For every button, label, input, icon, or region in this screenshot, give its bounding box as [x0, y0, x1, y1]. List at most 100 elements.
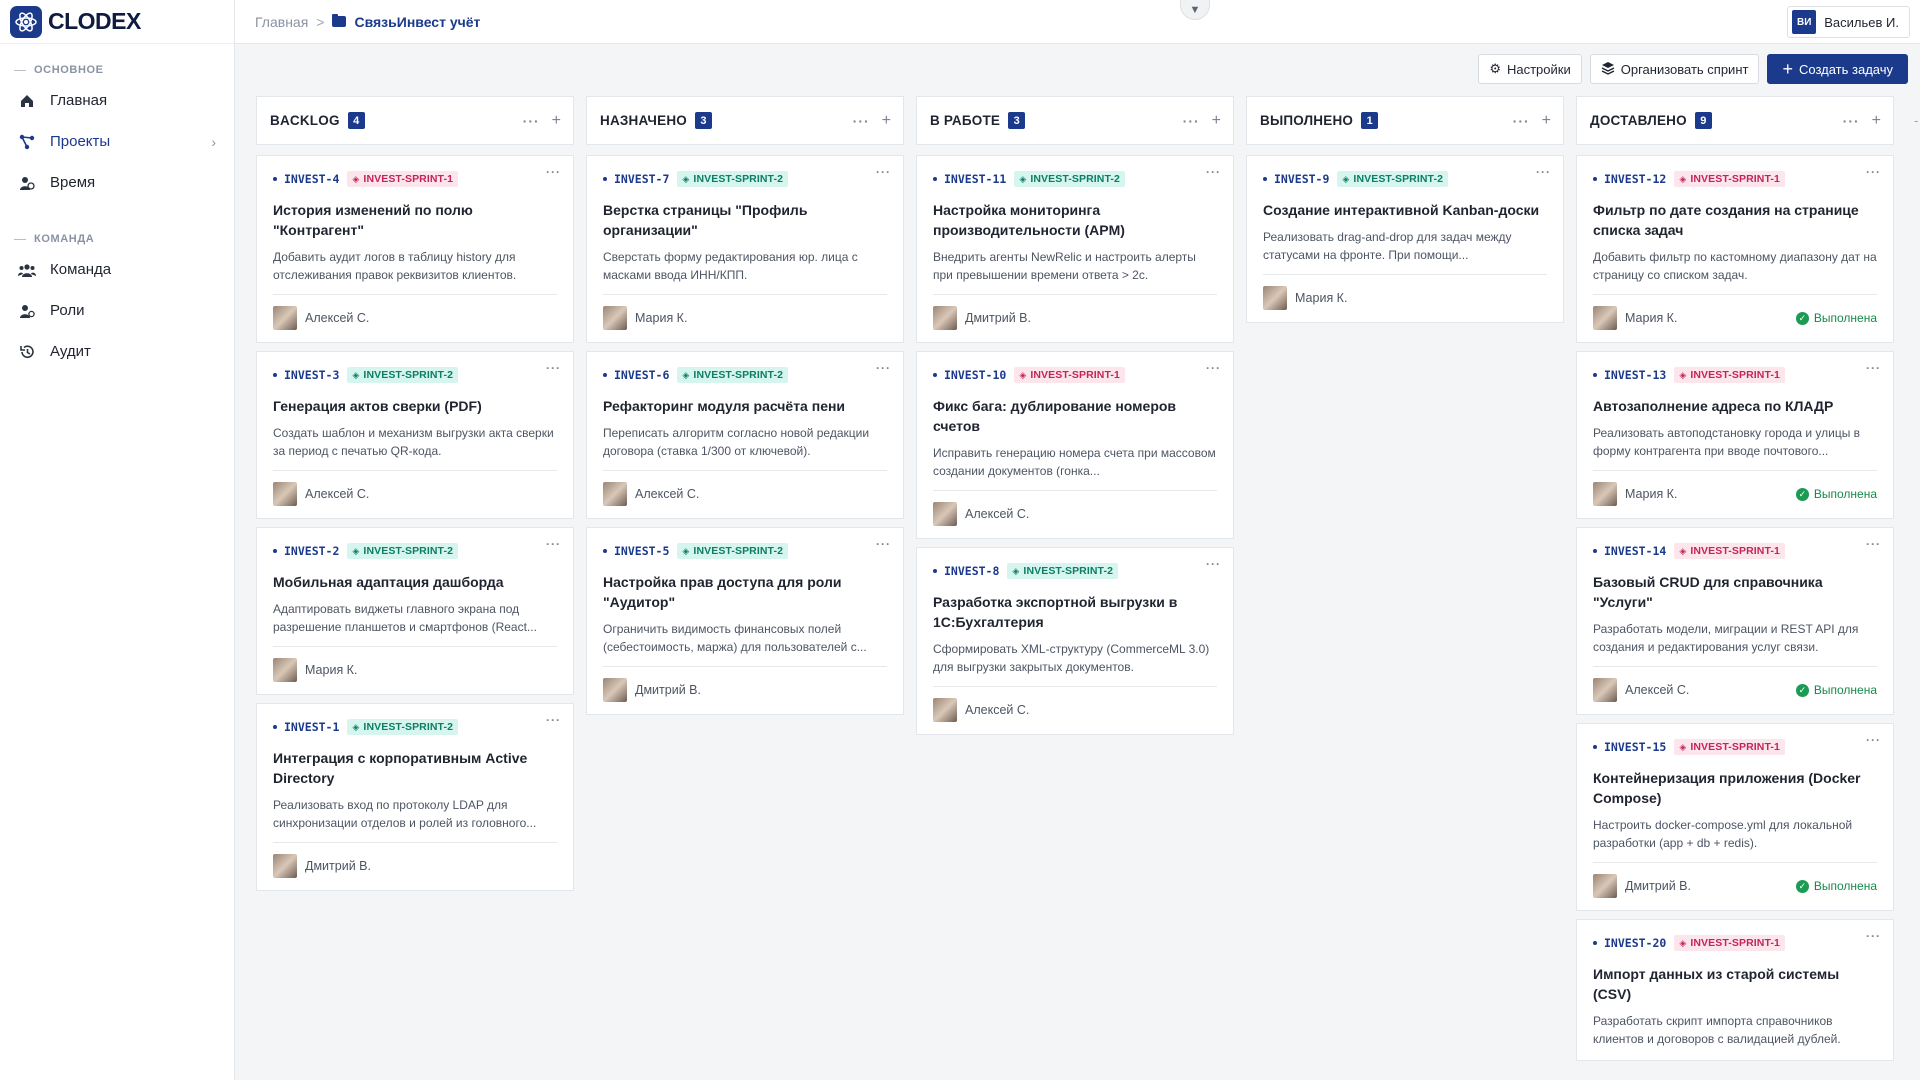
more-icon[interactable]: ··· [1513, 113, 1530, 129]
sprint-tag: ◈ INVEST-SPRINT-2 [677, 543, 789, 559]
task-card[interactable]: INVEST-14 ◈ INVEST-SPRINT-1 ··· Базовый CRUD… [1576, 527, 1894, 715]
sprint-tag: ◈ INVEST-SPRINT-1 [1674, 367, 1785, 383]
more-icon[interactable]: ··· [523, 113, 540, 129]
task-card[interactable]: INVEST-20 ◈ INVEST-SPRINT-1 ··· Импорт данны… [1576, 919, 1894, 1061]
card-footer: Алексей С. [603, 482, 887, 506]
sidebar-item[interactable]: Роли [0, 290, 234, 331]
more-icon[interactable]: ··· [876, 537, 891, 551]
task-description: Сформировать XML-структуру (CommerceML 3… [933, 642, 1210, 674]
task-card[interactable]: INVEST-9 ◈ INVEST-SPRINT-2 ··· Создание инте… [1246, 155, 1564, 323]
more-icon[interactable]: ··· [546, 165, 561, 179]
task-id[interactable]: INVEST-11 [933, 172, 1006, 186]
task-description: Реализовать вход по протоколу LDAP для с… [273, 798, 537, 830]
task-card[interactable]: INVEST-10 ◈ INVEST-SPRINT-1 ··· Фикс бага: д… [916, 351, 1234, 539]
task-id[interactable]: INVEST-1 [273, 720, 339, 734]
task-id[interactable]: INVEST-5 [603, 544, 669, 558]
sidebar-item[interactable]: Команда [0, 249, 234, 290]
task-id[interactable]: INVEST-4 [273, 172, 339, 186]
create-task-button[interactable]: + Создать задачу [1767, 54, 1908, 84]
assignee-name: Мария К. [1625, 311, 1678, 325]
layers-icon: ◈ [352, 369, 360, 380]
task-card[interactable]: INVEST-1 ◈ INVEST-SPRINT-2 ··· Интеграция с … [256, 703, 574, 891]
task-card[interactable]: INVEST-12 ◈ INVEST-SPRINT-1 ··· Фильтр по да… [1576, 155, 1894, 343]
more-icon[interactable]: ··· [1866, 733, 1881, 747]
check-circle-icon: ✓ [1795, 683, 1809, 697]
board-column: ВЫПОЛНЕНО 1 ··· + INVEST-9 ◈ INVEST-SPRINT-2 ··… [1246, 96, 1564, 1069]
more-icon[interactable]: ··· [876, 165, 891, 179]
add-card-icon[interactable]: + [1212, 112, 1221, 130]
more-icon[interactable]: ··· [546, 713, 561, 727]
more-icon[interactable]: ··· [546, 361, 561, 375]
task-card[interactable]: INVEST-6 ◈ INVEST-SPRINT-2 ··· Рефакторинг м… [586, 351, 904, 519]
task-id[interactable]: INVEST-15 [1593, 740, 1666, 754]
sidebar-item[interactable]: Аудит [0, 331, 234, 372]
task-description: Настроить docker-compose.yml для локальн… [1593, 818, 1853, 850]
task-card[interactable]: INVEST-15 ◈ INVEST-SPRINT-1 ··· Контейнериза… [1576, 723, 1894, 911]
avatar [273, 306, 297, 330]
column-count-badge: 3 [694, 112, 712, 129]
task-card[interactable]: INVEST-2 ◈ INVEST-SPRINT-2 ··· Мобильная ада… [256, 527, 574, 695]
more-icon[interactable]: ··· [1866, 537, 1881, 551]
more-icon[interactable]: ··· [1866, 929, 1881, 943]
logo[interactable]: CLODEX [0, 0, 234, 44]
task-card[interactable]: INVEST-8 ◈ INVEST-SPRINT-2 ··· Разработка эк… [916, 547, 1234, 735]
more-icon[interactable]: ··· [1183, 113, 1200, 129]
task-id[interactable]: INVEST-13 [1593, 368, 1666, 382]
status-label: Выполнена [1813, 311, 1877, 325]
task-id[interactable]: INVEST-14 [1593, 544, 1666, 558]
avatar [1593, 678, 1617, 702]
divider [603, 470, 887, 471]
card-meta: INVEST-2 ◈ INVEST-SPRINT-2 [273, 542, 557, 560]
more-icon[interactable]: ··· [546, 537, 561, 551]
more-icon[interactable]: ··· [1866, 165, 1881, 179]
logo-text: CLODEX [48, 8, 141, 34]
task-card[interactable]: INVEST-3 ◈ INVEST-SPRINT-2 ··· Генерация акт… [256, 351, 574, 519]
task-id[interactable]: INVEST-2 [273, 544, 339, 558]
task-card[interactable]: INVEST-11 ◈ INVEST-SPRINT-2 ··· Настройка мо… [916, 155, 1234, 343]
assignee-name: Дмитрий В. [635, 683, 701, 697]
more-icon[interactable]: ··· [1536, 165, 1551, 179]
more-icon[interactable]: ··· [853, 113, 870, 129]
task-card[interactable]: INVEST-5 ◈ INVEST-SPRINT-2 ··· Настройка пра… [586, 527, 904, 715]
add-card-icon[interactable]: + [1542, 112, 1551, 130]
task-card[interactable]: INVEST-7 ◈ INVEST-SPRINT-2 ··· Верстка стран… [586, 155, 904, 343]
task-title: Верстка страницы "Профиль организации" [603, 202, 808, 238]
assignee-name: Алексей С. [635, 487, 700, 501]
collapse-handle[interactable]: ▼ [1180, 0, 1210, 20]
task-card[interactable]: INVEST-4 ◈ INVEST-SPRINT-1 ··· История измен… [256, 155, 574, 343]
more-icon[interactable]: ··· [876, 361, 891, 375]
sidebar-item-label: Аудит [50, 343, 91, 360]
task-id[interactable]: INVEST-10 [933, 368, 1006, 382]
sprint-tag-label: INVEST-SPRINT-2 [693, 545, 784, 557]
organize-sprint-button[interactable]: Организовать спринт [1589, 54, 1760, 84]
sidebar-item[interactable]: Время [0, 162, 234, 203]
add-card-icon[interactable]: + [1872, 112, 1881, 130]
task-id[interactable]: INVEST-9 [1263, 172, 1329, 186]
task-id[interactable]: INVEST-12 [1593, 172, 1666, 186]
topbar: Главная > СвязьИнвест учёт ▼ ВИ Васильев… [235, 0, 1920, 44]
sidebar-item[interactable]: Проекты › [0, 121, 234, 162]
more-icon[interactable]: ··· [1843, 113, 1860, 129]
layers-icon: ◈ [1019, 369, 1027, 380]
more-icon[interactable]: ··· [1206, 361, 1221, 375]
add-card-icon[interactable]: + [882, 112, 891, 130]
more-icon[interactable]: ··· [1866, 361, 1881, 375]
user-menu[interactable]: ВИ Васильев И. [1787, 6, 1910, 38]
breadcrumb-current[interactable]: СвязьИнвест учёт [354, 14, 480, 30]
layers-icon: ◈ [1679, 545, 1687, 556]
divider [933, 686, 1217, 687]
task-id[interactable]: INVEST-3 [273, 368, 339, 382]
task-id[interactable]: INVEST-20 [1593, 936, 1666, 950]
card-footer: Мария К. [273, 658, 557, 682]
add-card-icon[interactable]: + [552, 112, 561, 130]
assignee-name: Алексей С. [965, 703, 1030, 717]
breadcrumb-home[interactable]: Главная [255, 14, 308, 30]
sidebar-item[interactable]: Главная [0, 80, 234, 121]
more-icon[interactable]: ··· [1206, 165, 1221, 179]
task-card[interactable]: INVEST-13 ◈ INVEST-SPRINT-1 ··· Автозаполнен… [1576, 351, 1894, 519]
more-icon[interactable]: ··· [1206, 557, 1221, 571]
task-id[interactable]: INVEST-7 [603, 172, 669, 186]
task-id[interactable]: INVEST-8 [933, 564, 999, 578]
task-id[interactable]: INVEST-6 [603, 368, 669, 382]
settings-button[interactable]: ⚙ Настройки [1478, 54, 1582, 84]
